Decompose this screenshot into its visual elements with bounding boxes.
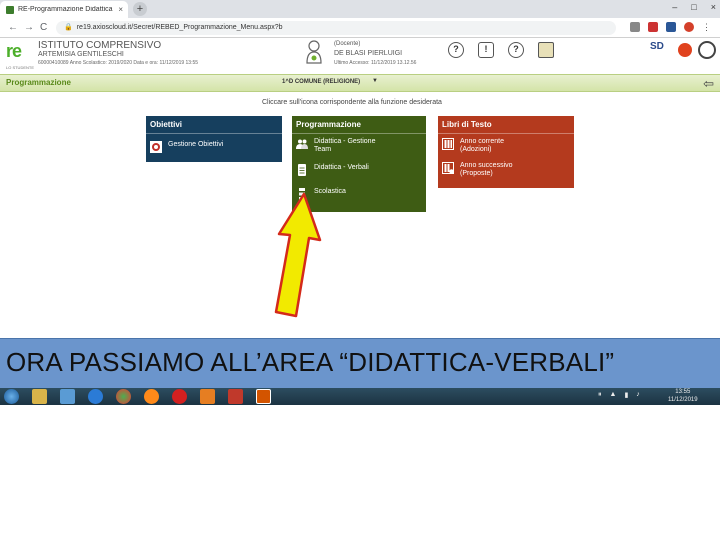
school-name: ISTITUTO COMPRENSIVO	[38, 40, 162, 51]
section-title: Programmazione	[6, 78, 71, 87]
tab-title: RE-Programmazione Didattica	[18, 6, 113, 13]
header-icons: ? ! ?	[448, 42, 554, 58]
forward-button[interactable]: →	[24, 22, 34, 33]
last-access: Ultimo Accesso: 11/12/2019 13.12.56	[334, 60, 417, 66]
system-tray: ⏸ ▲ ▮ ♪	[598, 391, 640, 399]
class-select[interactable]: 1^D COMUNE (RELIGIONE)	[282, 79, 360, 85]
new-tab-button[interactable]: +	[133, 2, 147, 16]
window-controls: – □ ×	[672, 2, 716, 12]
chevron-down-icon[interactable]: ▼	[372, 78, 378, 84]
clock-time: 13:55	[675, 389, 691, 395]
tray-icon[interactable]: ⏸	[598, 391, 602, 399]
question-icon[interactable]: ?	[508, 42, 524, 58]
clock[interactable]: 13:55 11/12/2019	[668, 388, 698, 404]
header-logos: SD	[650, 41, 716, 59]
books-add-icon	[442, 162, 454, 174]
browser-tab-strip: RE-Programmazione Didattica × + – □ ×	[0, 0, 720, 18]
url-text: re19.axioscloud.it/Secret/REBED_Programm…	[76, 24, 283, 31]
library-icon[interactable]	[32, 389, 47, 404]
menu-item-anno-corrente[interactable]: Anno corrente (Adozioni)	[438, 134, 574, 158]
target-icon	[150, 141, 162, 153]
caption-band: ORA PASSIAMO ALL’AREA “DIDATTICA-VERBALI…	[0, 338, 720, 388]
logo-subtitle: LO STUDENTE	[6, 65, 35, 70]
user-role: (Docente)	[334, 41, 361, 47]
start-button-icon[interactable]	[4, 389, 19, 404]
firefox-icon[interactable]	[144, 389, 159, 404]
panel-title: Programmazione	[292, 116, 426, 134]
tray-icon[interactable]: ▲	[610, 391, 617, 399]
opera-icon[interactable]	[172, 389, 187, 404]
extension-icon[interactable]	[666, 22, 676, 32]
panel-libri-di-testo: Libri di Testo Anno corrente (Adozioni) …	[438, 116, 574, 188]
tab-favicon-icon	[6, 5, 14, 14]
reload-button[interactable]: C	[40, 22, 47, 33]
books-icon	[442, 138, 454, 150]
close-window-button[interactable]: ×	[711, 2, 716, 12]
menu-item-didattica-gestione[interactable]: Didattica - Gestione Team	[292, 134, 426, 158]
panel-title: Libri di Testo	[438, 116, 574, 134]
browser-tab[interactable]: RE-Programmazione Didattica ×	[0, 1, 128, 18]
instruction-text: Cliccare sull'icona corrispondente alla …	[262, 99, 442, 106]
lock-icon: 🔒	[64, 24, 73, 31]
maximize-button[interactable]: □	[691, 2, 696, 12]
taskbar: ⏸ ▲ ▮ ♪ 13:55 11/12/2019	[0, 388, 720, 405]
minimize-button[interactable]: –	[672, 2, 677, 12]
volume-icon[interactable]: ♪	[636, 391, 640, 399]
media-icon[interactable]	[60, 389, 75, 404]
panel-title: Obiettivi	[146, 116, 282, 134]
browser-logo-icon	[678, 43, 692, 57]
image-icon[interactable]	[538, 42, 554, 58]
document-icon	[298, 164, 306, 176]
taskbar-icons	[4, 389, 271, 404]
annotation-arrow-icon	[274, 192, 322, 318]
tab-close-icon[interactable]: ×	[118, 5, 123, 14]
internet-explorer-icon[interactable]	[88, 389, 103, 404]
profile-avatar[interactable]	[684, 22, 694, 32]
user-name: DE BLASI PIERLUIGI	[334, 50, 403, 57]
powerpoint-icon[interactable]	[256, 389, 271, 404]
sd-logo-icon: SD	[650, 41, 664, 52]
app-icon[interactable]	[228, 389, 243, 404]
menu-item-label: Didattica - Verbali	[314, 164, 369, 171]
menu-item-gestione-obiettivi[interactable]: Gestione Obiettivi	[146, 134, 282, 157]
menu-item-label: Didattica - Gestione	[314, 138, 376, 145]
lock-icon[interactable]: !	[478, 42, 494, 58]
menu-item-label: Gestione Obiettivi	[168, 141, 224, 148]
menu-item-sublabel: (Proposte)	[460, 170, 493, 177]
menu-kebab-icon[interactable]: ⋮	[702, 22, 712, 32]
logout-icon[interactable]	[698, 41, 716, 59]
menu-item-anno-successivo[interactable]: Anno successivo (Proposte)	[438, 158, 574, 182]
extension-icons: ⋮	[630, 22, 712, 32]
team-icon	[296, 139, 308, 149]
screenshot: RE-Programmazione Didattica × + – □ × ← …	[0, 0, 720, 405]
chrome-icon[interactable]	[116, 389, 131, 404]
browser-toolbar: ← → C 🔒 re19.axioscloud.it/Secret/REBED_P…	[0, 18, 720, 38]
school-info: 60000410089 Anno Scolastico: 2019/2020 D…	[38, 60, 199, 66]
menu-item-label: Anno corrente	[460, 138, 504, 145]
back-arrow-icon[interactable]: ⇦	[703, 76, 714, 92]
re-logo: re	[6, 41, 22, 61]
caption-text: ORA PASSIAMO ALL’AREA “DIDATTICA-VERBALI…	[6, 347, 615, 377]
menu-item-label: Anno successivo	[460, 162, 513, 169]
menu-item-sublabel: (Adozioni)	[460, 146, 492, 153]
panel-obiettivi: Obiettivi Gestione Obiettivi	[146, 116, 282, 162]
back-button[interactable]: ←	[8, 22, 18, 33]
app-icon[interactable]	[200, 389, 215, 404]
school-subname: ARTEMISIA GENTILESCHI	[38, 51, 124, 58]
section-bar: Programmazione 1^D COMUNE (RELIGIONE) ▼ …	[0, 74, 720, 92]
address-bar[interactable]: 🔒 re19.axioscloud.it/Secret/REBED_Program…	[56, 21, 616, 35]
menu-item-sublabel: Team	[314, 146, 332, 153]
tray-icon[interactable]: ▮	[624, 391, 628, 399]
clock-date: 11/12/2019	[668, 397, 698, 403]
user-avatar-icon	[306, 40, 322, 64]
extension-icon[interactable]	[630, 22, 640, 32]
help-bulb-icon[interactable]: ?	[448, 42, 464, 58]
app-header: re LO STUDENTE ISTITUTO COMPRENSIVO ARTE…	[0, 38, 720, 74]
extension-icon[interactable]	[648, 22, 658, 32]
menu-item-didattica-verbali[interactable]: Didattica - Verbali	[292, 158, 426, 180]
